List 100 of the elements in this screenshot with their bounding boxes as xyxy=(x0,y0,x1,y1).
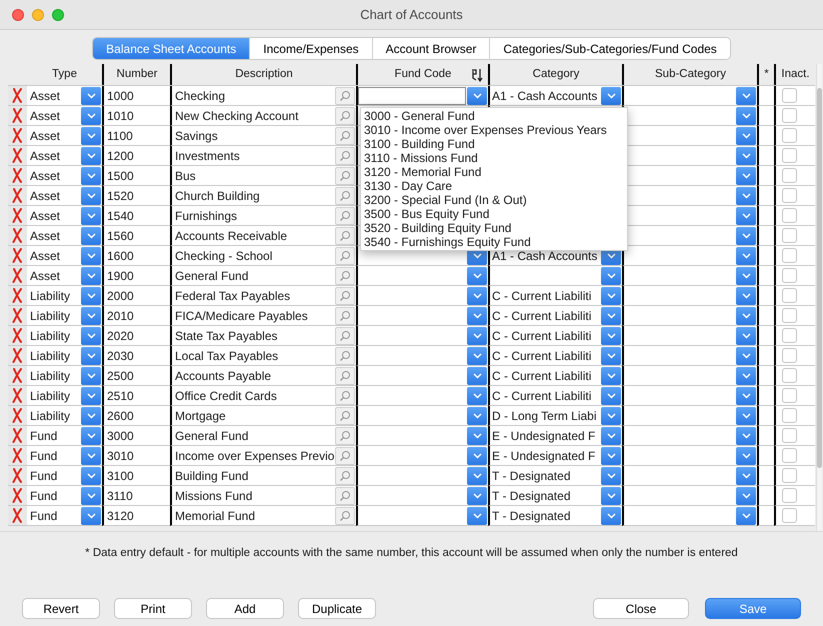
lookup-button[interactable] xyxy=(335,246,355,264)
dropdown-button[interactable] xyxy=(81,366,101,384)
scrollbar[interactable] xyxy=(816,64,822,531)
dropdown-button[interactable] xyxy=(736,126,756,144)
action-button[interactable]: Duplicate xyxy=(298,598,376,619)
dropdown-button[interactable] xyxy=(81,226,101,244)
delete-icon[interactable] xyxy=(12,208,23,223)
dropdown-button[interactable] xyxy=(81,346,101,364)
dropdown-button[interactable] xyxy=(736,366,756,384)
dropdown-button[interactable] xyxy=(81,486,101,504)
dropdown-button[interactable] xyxy=(601,346,621,364)
dropdown-button[interactable] xyxy=(467,346,487,364)
delete-icon[interactable] xyxy=(12,308,23,323)
delete-icon[interactable] xyxy=(12,88,23,103)
lookup-button[interactable] xyxy=(335,186,355,204)
dropdown-button[interactable] xyxy=(736,266,756,284)
delete-icon[interactable] xyxy=(12,148,23,163)
lookup-button[interactable] xyxy=(335,466,355,484)
lookup-button[interactable] xyxy=(335,426,355,444)
menu-item[interactable]: 3120 - Memorial Fund xyxy=(361,165,627,179)
dropdown-button[interactable] xyxy=(601,446,621,464)
lookup-button[interactable] xyxy=(335,146,355,164)
lookup-button[interactable] xyxy=(335,386,355,404)
delete-icon[interactable] xyxy=(12,168,23,183)
dropdown-button[interactable] xyxy=(601,326,621,344)
delete-icon[interactable] xyxy=(12,368,23,383)
dropdown-button[interactable] xyxy=(736,466,756,484)
dropdown-button[interactable] xyxy=(601,86,621,104)
menu-item[interactable]: 3010 - Income over Expenses Previous Years xyxy=(361,123,627,137)
dropdown-button[interactable] xyxy=(81,386,101,404)
dropdown-button[interactable] xyxy=(736,86,756,104)
delete-icon[interactable] xyxy=(12,508,23,523)
delete-icon[interactable] xyxy=(12,288,23,303)
lookup-button[interactable] xyxy=(335,266,355,284)
lookup-button[interactable] xyxy=(335,326,355,344)
menu-item[interactable]: 3540 - Furnishings Equity Fund xyxy=(361,235,627,249)
menu-item[interactable]: 3520 - Building Equity Fund xyxy=(361,221,627,235)
fund-code-field[interactable] xyxy=(358,86,466,104)
dropdown-button[interactable] xyxy=(467,386,487,404)
lookup-button[interactable] xyxy=(335,206,355,224)
dropdown-button[interactable] xyxy=(736,206,756,224)
close-window-icon[interactable] xyxy=(12,8,24,20)
lookup-button[interactable] xyxy=(335,486,355,504)
dropdown-button[interactable] xyxy=(81,206,101,224)
dropdown-button[interactable] xyxy=(467,366,487,384)
dropdown-button[interactable] xyxy=(736,106,756,124)
zoom-window-icon[interactable] xyxy=(52,8,64,20)
dropdown-button[interactable] xyxy=(467,406,487,424)
dropdown-button[interactable] xyxy=(81,246,101,264)
delete-icon[interactable] xyxy=(12,128,23,143)
lookup-button[interactable] xyxy=(335,126,355,144)
dropdown-button[interactable] xyxy=(601,506,621,524)
delete-icon[interactable] xyxy=(12,348,23,363)
menu-item[interactable]: 3130 - Day Care xyxy=(361,179,627,193)
lookup-button[interactable] xyxy=(335,226,355,244)
delete-icon[interactable] xyxy=(12,188,23,203)
dropdown-button[interactable] xyxy=(736,486,756,504)
dropdown-button[interactable] xyxy=(736,306,756,324)
delete-icon[interactable] xyxy=(12,428,23,443)
action-button[interactable]: Add xyxy=(206,598,284,619)
menu-item[interactable]: 3200 - Special Fund (In & Out) xyxy=(361,193,627,207)
dropdown-button[interactable] xyxy=(601,466,621,484)
lookup-button[interactable] xyxy=(335,366,355,384)
delete-icon[interactable] xyxy=(12,268,23,283)
lookup-button[interactable] xyxy=(335,406,355,424)
column-header[interactable]: * xyxy=(764,66,769,84)
dropdown-button[interactable] xyxy=(736,406,756,424)
column-header[interactable]: Number xyxy=(116,66,158,84)
dropdown-button[interactable] xyxy=(736,146,756,164)
dropdown-button[interactable] xyxy=(81,126,101,144)
action-button[interactable]: Print xyxy=(114,598,192,619)
lookup-button[interactable] xyxy=(335,286,355,304)
dropdown-button[interactable] xyxy=(81,406,101,424)
menu-item[interactable]: 3500 - Bus Equity Fund xyxy=(361,207,627,221)
lookup-button[interactable] xyxy=(335,106,355,124)
delete-icon[interactable] xyxy=(12,468,23,483)
column-header[interactable]: Type xyxy=(52,66,77,84)
delete-icon[interactable] xyxy=(12,488,23,503)
dropdown-button[interactable] xyxy=(736,446,756,464)
dropdown-button[interactable] xyxy=(736,166,756,184)
dropdown-button[interactable] xyxy=(736,506,756,524)
dropdown-button[interactable] xyxy=(736,246,756,264)
dropdown-button[interactable] xyxy=(467,446,487,464)
dropdown-button[interactable] xyxy=(601,426,621,444)
delete-icon[interactable] xyxy=(12,248,23,263)
lookup-button[interactable] xyxy=(335,166,355,184)
delete-icon[interactable] xyxy=(12,388,23,403)
dropdown-button[interactable] xyxy=(736,426,756,444)
dropdown-button[interactable] xyxy=(467,426,487,444)
dropdown-button[interactable] xyxy=(81,426,101,444)
dropdown-button[interactable] xyxy=(601,266,621,284)
dropdown-button[interactable] xyxy=(601,306,621,324)
dropdown-button[interactable] xyxy=(81,506,101,524)
dropdown-button[interactable] xyxy=(467,266,487,284)
column-header[interactable]: Description xyxy=(235,66,293,84)
dropdown-button[interactable] xyxy=(736,326,756,344)
dropdown-button[interactable] xyxy=(736,226,756,244)
dropdown-button[interactable] xyxy=(81,446,101,464)
lookup-button[interactable] xyxy=(335,86,355,104)
dropdown-button[interactable] xyxy=(601,406,621,424)
